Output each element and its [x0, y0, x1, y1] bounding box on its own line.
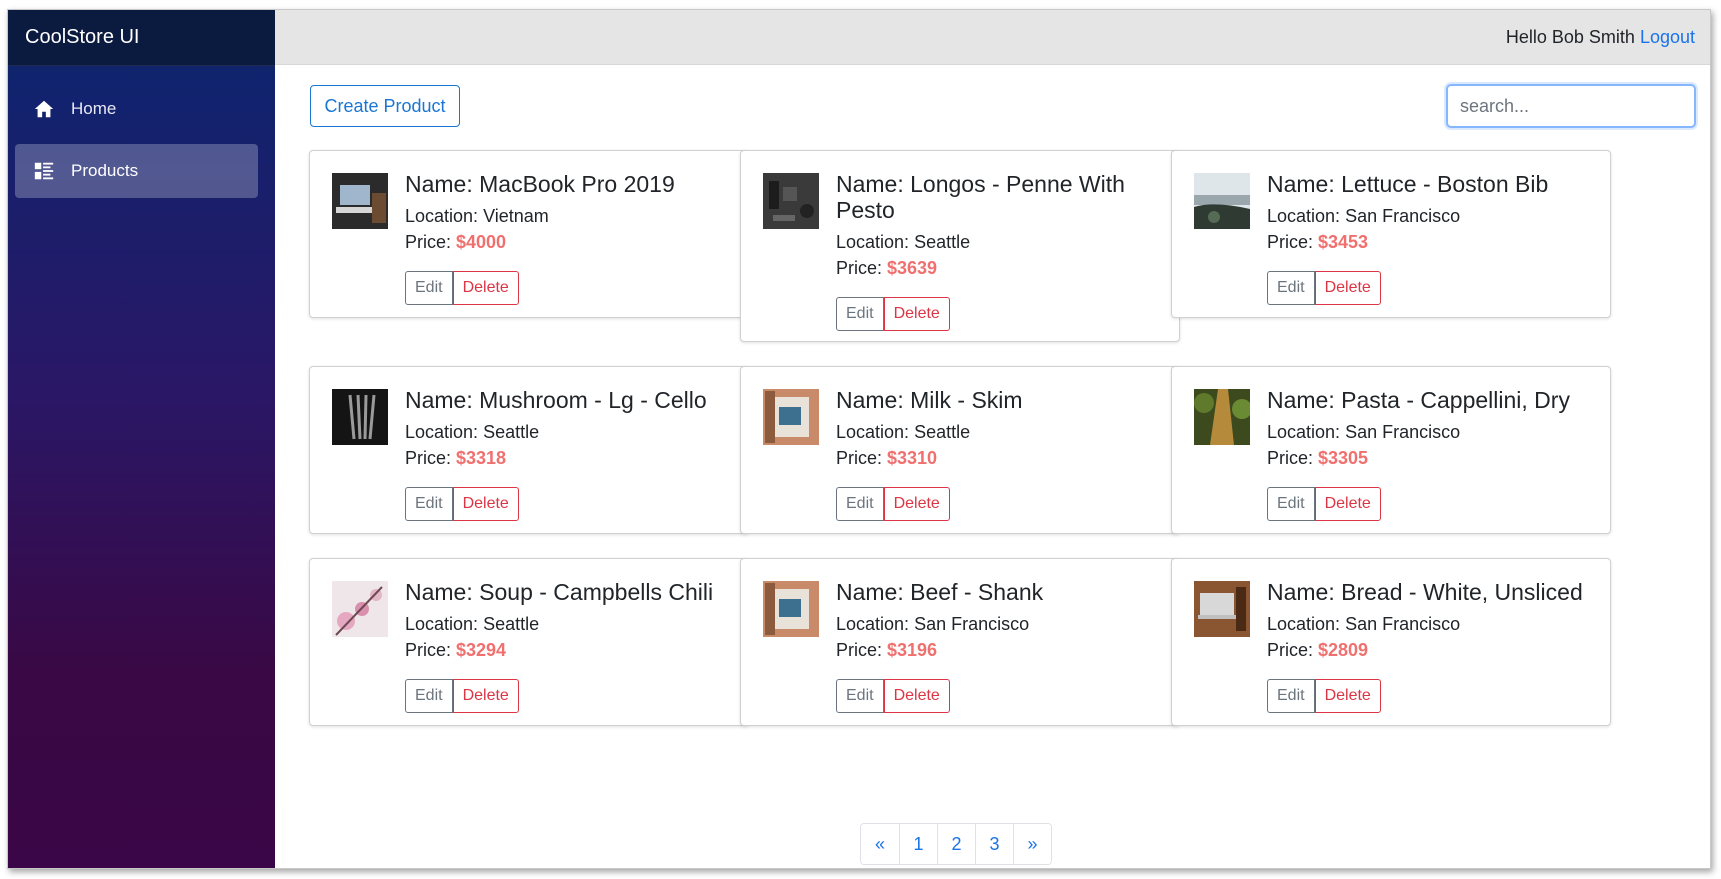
product-card: Name: Pasta - Cappellini, Dry Location: … [1171, 366, 1611, 534]
edit-button[interactable]: Edit [405, 679, 453, 713]
product-name: Name: Pasta - Cappellini, Dry [1267, 387, 1570, 413]
delete-button[interactable]: Delete [452, 271, 519, 305]
main-content: Hello Bob Smith Logout Create Product Na… [275, 10, 1710, 868]
delete-button[interactable]: Delete [1314, 679, 1381, 713]
pagination-page-1[interactable]: 1 [899, 824, 937, 864]
product-location: Location: Vietnam [405, 206, 549, 226]
delete-button[interactable]: Delete [452, 679, 519, 713]
pagination-page-2[interactable]: 2 [937, 824, 975, 864]
product-card: Name: Lettuce - Boston Bib Location: San… [1171, 150, 1611, 318]
product-location: Location: Seattle [405, 422, 540, 442]
product-location: Location: Seattle [405, 614, 540, 634]
edit-button[interactable]: Edit [405, 487, 453, 521]
edit-button[interactable]: Edit [1267, 271, 1315, 305]
app-window: CoolStore UI Home Products Hello Bob Smi… [7, 9, 1711, 869]
sidebar-item-label: Products [71, 161, 139, 180]
product-price: Price: $3196 [836, 640, 938, 660]
delete-button[interactable]: Delete [883, 487, 950, 521]
edit-button[interactable]: Edit [405, 271, 453, 305]
product-name: Name: Bread - White, Unsliced [1267, 579, 1583, 605]
logout-link[interactable]: Logout [1640, 27, 1695, 48]
product-price: Price: $4000 [405, 232, 507, 252]
pagination: « 1 2 3 » [860, 823, 1052, 865]
product-card: Name: Mushroom - Lg - Cello Location: Se… [309, 366, 749, 534]
search-input[interactable] [1446, 84, 1696, 128]
create-product-button[interactable]: Create Product [310, 85, 460, 127]
product-name: Name: Longos - Penne With Pesto [836, 171, 1125, 223]
product-card: Name: Milk - Skim Location: Seattle Pric… [740, 366, 1180, 534]
product-card: Name: MacBook Pro 2019 Location: Vietnam… [309, 150, 749, 318]
edit-button[interactable]: Edit [836, 679, 884, 713]
product-name: Name: Soup - Campbells Chili [405, 579, 714, 605]
product-thumbnail [1194, 581, 1250, 637]
product-name: Name: Mushroom - Lg - Cello [405, 387, 707, 413]
delete-button[interactable]: Delete [1314, 271, 1381, 305]
home-icon [34, 100, 54, 118]
sidebar-nav: Home Products [8, 66, 275, 198]
delete-button[interactable]: Delete [1314, 487, 1381, 521]
product-price: Price: $3453 [1267, 232, 1369, 252]
edit-button[interactable]: Edit [836, 297, 884, 331]
product-card: Name: Beef - Shank Location: San Francis… [740, 558, 1180, 726]
product-thumbnail [332, 173, 388, 229]
product-thumbnail [332, 581, 388, 637]
product-name: Name: Milk - Skim [836, 387, 1023, 413]
top-bar: Hello Bob Smith Logout [275, 10, 1710, 65]
product-name: Name: MacBook Pro 2019 [405, 171, 675, 197]
delete-button[interactable]: Delete [883, 297, 950, 331]
product-card: Name: Longos - Penne With Pesto Location… [740, 150, 1180, 342]
product-thumbnail [763, 173, 819, 229]
pagination-page-3[interactable]: 3 [975, 824, 1013, 864]
delete-button[interactable]: Delete [883, 679, 950, 713]
product-thumbnail [332, 389, 388, 445]
product-card: Name: Bread - White, Unsliced Location: … [1171, 558, 1611, 726]
product-price: Price: $2809 [1267, 640, 1369, 660]
pagination-prev[interactable]: « [861, 824, 899, 864]
user-greeting: Hello Bob Smith [1505, 26, 1635, 47]
product-thumbnail [763, 389, 819, 445]
pagination-next[interactable]: » [1013, 824, 1051, 864]
product-price: Price: $3294 [405, 640, 507, 660]
delete-button[interactable]: Delete [452, 487, 519, 521]
product-location: Location: San Francisco [836, 614, 1030, 634]
product-location: Location: San Francisco [1267, 422, 1461, 442]
sidebar-item-label: Home [71, 99, 117, 118]
product-thumbnail [1194, 173, 1250, 229]
product-price: Price: $3305 [1267, 448, 1369, 468]
sidebar: CoolStore UI Home Products [8, 10, 275, 868]
app-title: CoolStore UI [8, 10, 275, 66]
product-name: Name: Lettuce - Boston Bib [1267, 171, 1549, 197]
product-card: Name: Soup - Campbells Chili Location: S… [309, 558, 749, 726]
product-price: Price: $3318 [405, 448, 507, 468]
product-location: Location: Seattle [836, 232, 971, 252]
product-thumbnail [763, 581, 819, 637]
product-location: Location: Seattle [836, 422, 971, 442]
product-location: Location: San Francisco [1267, 206, 1461, 226]
product-location: Location: San Francisco [1267, 614, 1461, 634]
product-thumbnail [1194, 389, 1250, 445]
sidebar-item-products[interactable]: Products [15, 144, 258, 198]
product-price: Price: $3310 [836, 448, 938, 468]
sidebar-item-home[interactable]: Home [15, 82, 258, 136]
product-price: Price: $3639 [836, 258, 938, 278]
list-icon [34, 162, 54, 180]
edit-button[interactable]: Edit [1267, 679, 1315, 713]
edit-button[interactable]: Edit [836, 487, 884, 521]
edit-button[interactable]: Edit [1267, 487, 1315, 521]
product-name: Name: Beef - Shank [836, 579, 1044, 605]
